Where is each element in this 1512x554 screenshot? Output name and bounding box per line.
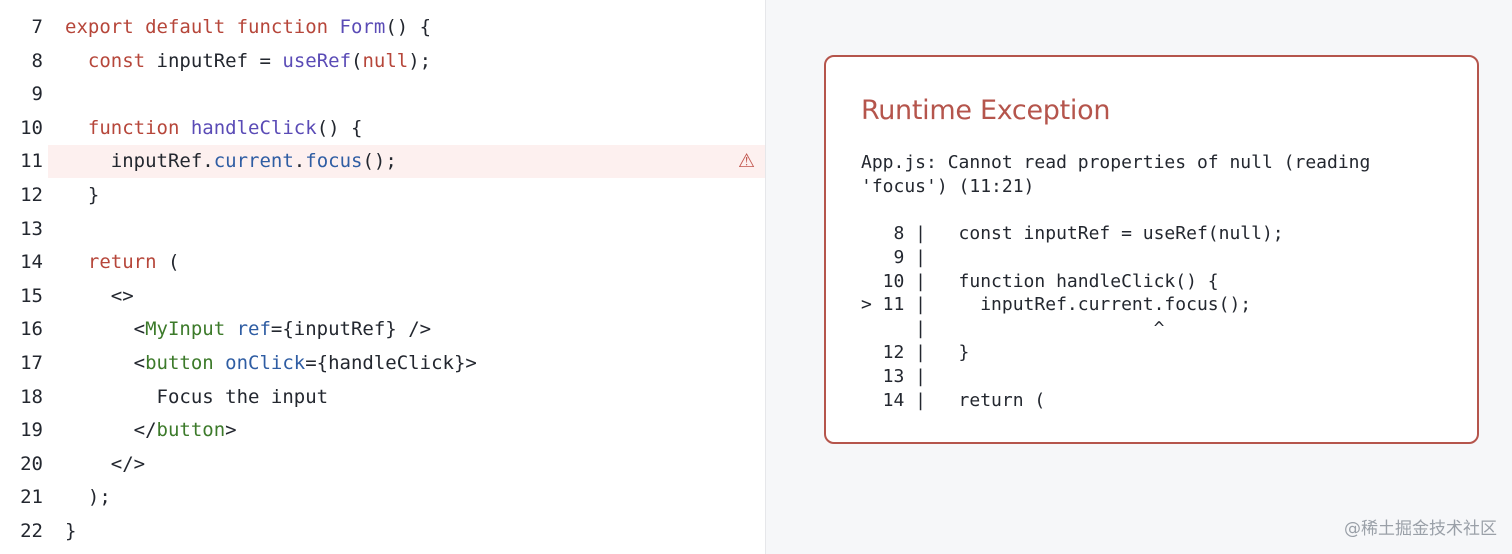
code-text: return ( bbox=[65, 246, 180, 279]
line-number: 14 bbox=[20, 251, 43, 274]
code-text: } bbox=[65, 515, 76, 548]
code-token: </ bbox=[65, 419, 157, 442]
code-token: ( bbox=[351, 49, 363, 72]
code-token: < bbox=[65, 352, 146, 374]
code-token: ={handleClick}> bbox=[305, 352, 477, 374]
code-token: default bbox=[145, 16, 237, 38]
code-token: const bbox=[87, 49, 157, 72]
line-number: 13 bbox=[20, 217, 43, 240]
code-token: onClick bbox=[225, 352, 306, 374]
code-token: <> bbox=[65, 284, 134, 307]
exception-title: Runtime Exception bbox=[861, 95, 1111, 126]
code-token: function bbox=[87, 116, 191, 139]
line-number: 12 bbox=[20, 184, 43, 206]
code-token: ( bbox=[167, 251, 180, 274]
code-token: </> bbox=[65, 452, 146, 475]
code-text: <button onClick={handleClick}> bbox=[65, 347, 477, 380]
code-text: <MyInput ref={inputRef} /> bbox=[65, 313, 431, 346]
code-line[interactable]: 19 </button> bbox=[0, 414, 765, 447]
code-line-error[interactable]: 11 inputRef.current.focus(); ⚠ bbox=[20, 145, 765, 179]
code-line[interactable]: 15 <> bbox=[0, 280, 765, 313]
watermark: @稀土掘金技术社区 bbox=[1344, 519, 1497, 539]
code-text: <> bbox=[65, 280, 134, 313]
line-number: 11 bbox=[20, 150, 43, 173]
code-line[interactable]: 13 bbox=[0, 213, 765, 246]
code-line[interactable]: 8 const inputRef = useRef(null); bbox=[0, 45, 765, 78]
line-number: 10 bbox=[20, 116, 43, 139]
code-token: } bbox=[65, 184, 100, 206]
code-line[interactable]: 21 ); bbox=[0, 481, 765, 514]
code-line[interactable]: 9 bbox=[0, 78, 765, 111]
code-token: () { bbox=[385, 16, 432, 38]
code-token: . bbox=[293, 150, 306, 173]
code-token: ); bbox=[408, 49, 432, 72]
code-text: inputRef.current.focus(); bbox=[65, 145, 397, 178]
line-number: 20 bbox=[20, 452, 43, 475]
line-number: 18 bbox=[20, 385, 43, 408]
code-token: MyInput bbox=[145, 318, 237, 341]
warning-icon: ⚠ bbox=[737, 150, 755, 173]
code-token: ={inputRef} /> bbox=[270, 318, 432, 341]
code-token: } bbox=[65, 520, 77, 542]
exception-message: App.js: Cannot read properties of null (… bbox=[861, 152, 1371, 197]
code-line[interactable]: 12 } bbox=[0, 179, 765, 212]
line-number: 9 bbox=[31, 83, 43, 106]
code-token: inputRef = bbox=[156, 49, 283, 72]
code-token: handleClick bbox=[190, 116, 317, 139]
code-token: Form bbox=[339, 16, 386, 38]
code-line[interactable]: 20 </> bbox=[0, 448, 765, 481]
line-number: 16 bbox=[20, 318, 43, 341]
line-number: 17 bbox=[20, 352, 43, 374]
code-token: ref bbox=[236, 318, 271, 341]
code-line[interactable]: 18 Focus the input bbox=[0, 381, 765, 414]
code-line[interactable]: 10 function handleClick() { bbox=[0, 112, 765, 145]
code-token: button bbox=[156, 419, 226, 442]
code-token: return bbox=[87, 251, 168, 274]
code-token: > bbox=[225, 419, 237, 442]
code-line[interactable]: 14 return ( bbox=[0, 246, 765, 279]
code-token: () { bbox=[316, 116, 363, 139]
code-line[interactable]: 16 <MyInput ref={inputRef} /> bbox=[0, 313, 765, 346]
code-text: } bbox=[65, 179, 99, 212]
runtime-exception-panel: Runtime Exception App.js: Cannot read pr… bbox=[824, 55, 1479, 444]
code-line[interactable]: 17 <button onClick={handleClick}> bbox=[0, 347, 765, 380]
exception-code-frame: 8 | const inputRef = useRef(null); 9 | 1… bbox=[861, 223, 1284, 411]
line-number: 15 bbox=[20, 284, 43, 307]
code-text: Focus the input bbox=[65, 381, 329, 414]
code-token: ); bbox=[65, 486, 111, 509]
code-token: focus bbox=[305, 150, 363, 173]
code-token: current bbox=[213, 150, 294, 173]
line-number: 19 bbox=[20, 419, 43, 442]
line-number: 22 bbox=[20, 520, 43, 542]
code-text: </button> bbox=[65, 414, 237, 447]
code-token: null bbox=[362, 49, 409, 72]
code-token: export bbox=[65, 16, 146, 38]
code-token: Focus the input bbox=[65, 385, 329, 408]
code-text: ); bbox=[65, 481, 111, 514]
code-text: </> bbox=[65, 448, 145, 481]
code-token: inputRef. bbox=[65, 150, 214, 173]
code-text: export default function Form() { bbox=[65, 11, 431, 44]
line-number: 8 bbox=[31, 49, 43, 72]
preview-pane: Runtime Exception App.js: Cannot read pr… bbox=[765, 0, 1512, 554]
code-text: function handleClick() { bbox=[65, 112, 363, 145]
code-token: useRef bbox=[282, 49, 352, 72]
code-token: function bbox=[236, 16, 340, 38]
code-text: const inputRef = useRef(null); bbox=[65, 45, 431, 78]
code-line[interactable]: 7 export default function Form() { bbox=[0, 11, 765, 44]
code-token: (); bbox=[362, 150, 397, 173]
code-line[interactable]: 22} bbox=[0, 515, 765, 548]
code-token: < bbox=[65, 318, 146, 341]
line-number: 7 bbox=[31, 16, 43, 38]
line-number: 21 bbox=[20, 486, 43, 509]
code-token: button bbox=[145, 352, 226, 374]
code-editor[interactable]: 7 export default function Form() {8 const… bbox=[0, 0, 765, 554]
